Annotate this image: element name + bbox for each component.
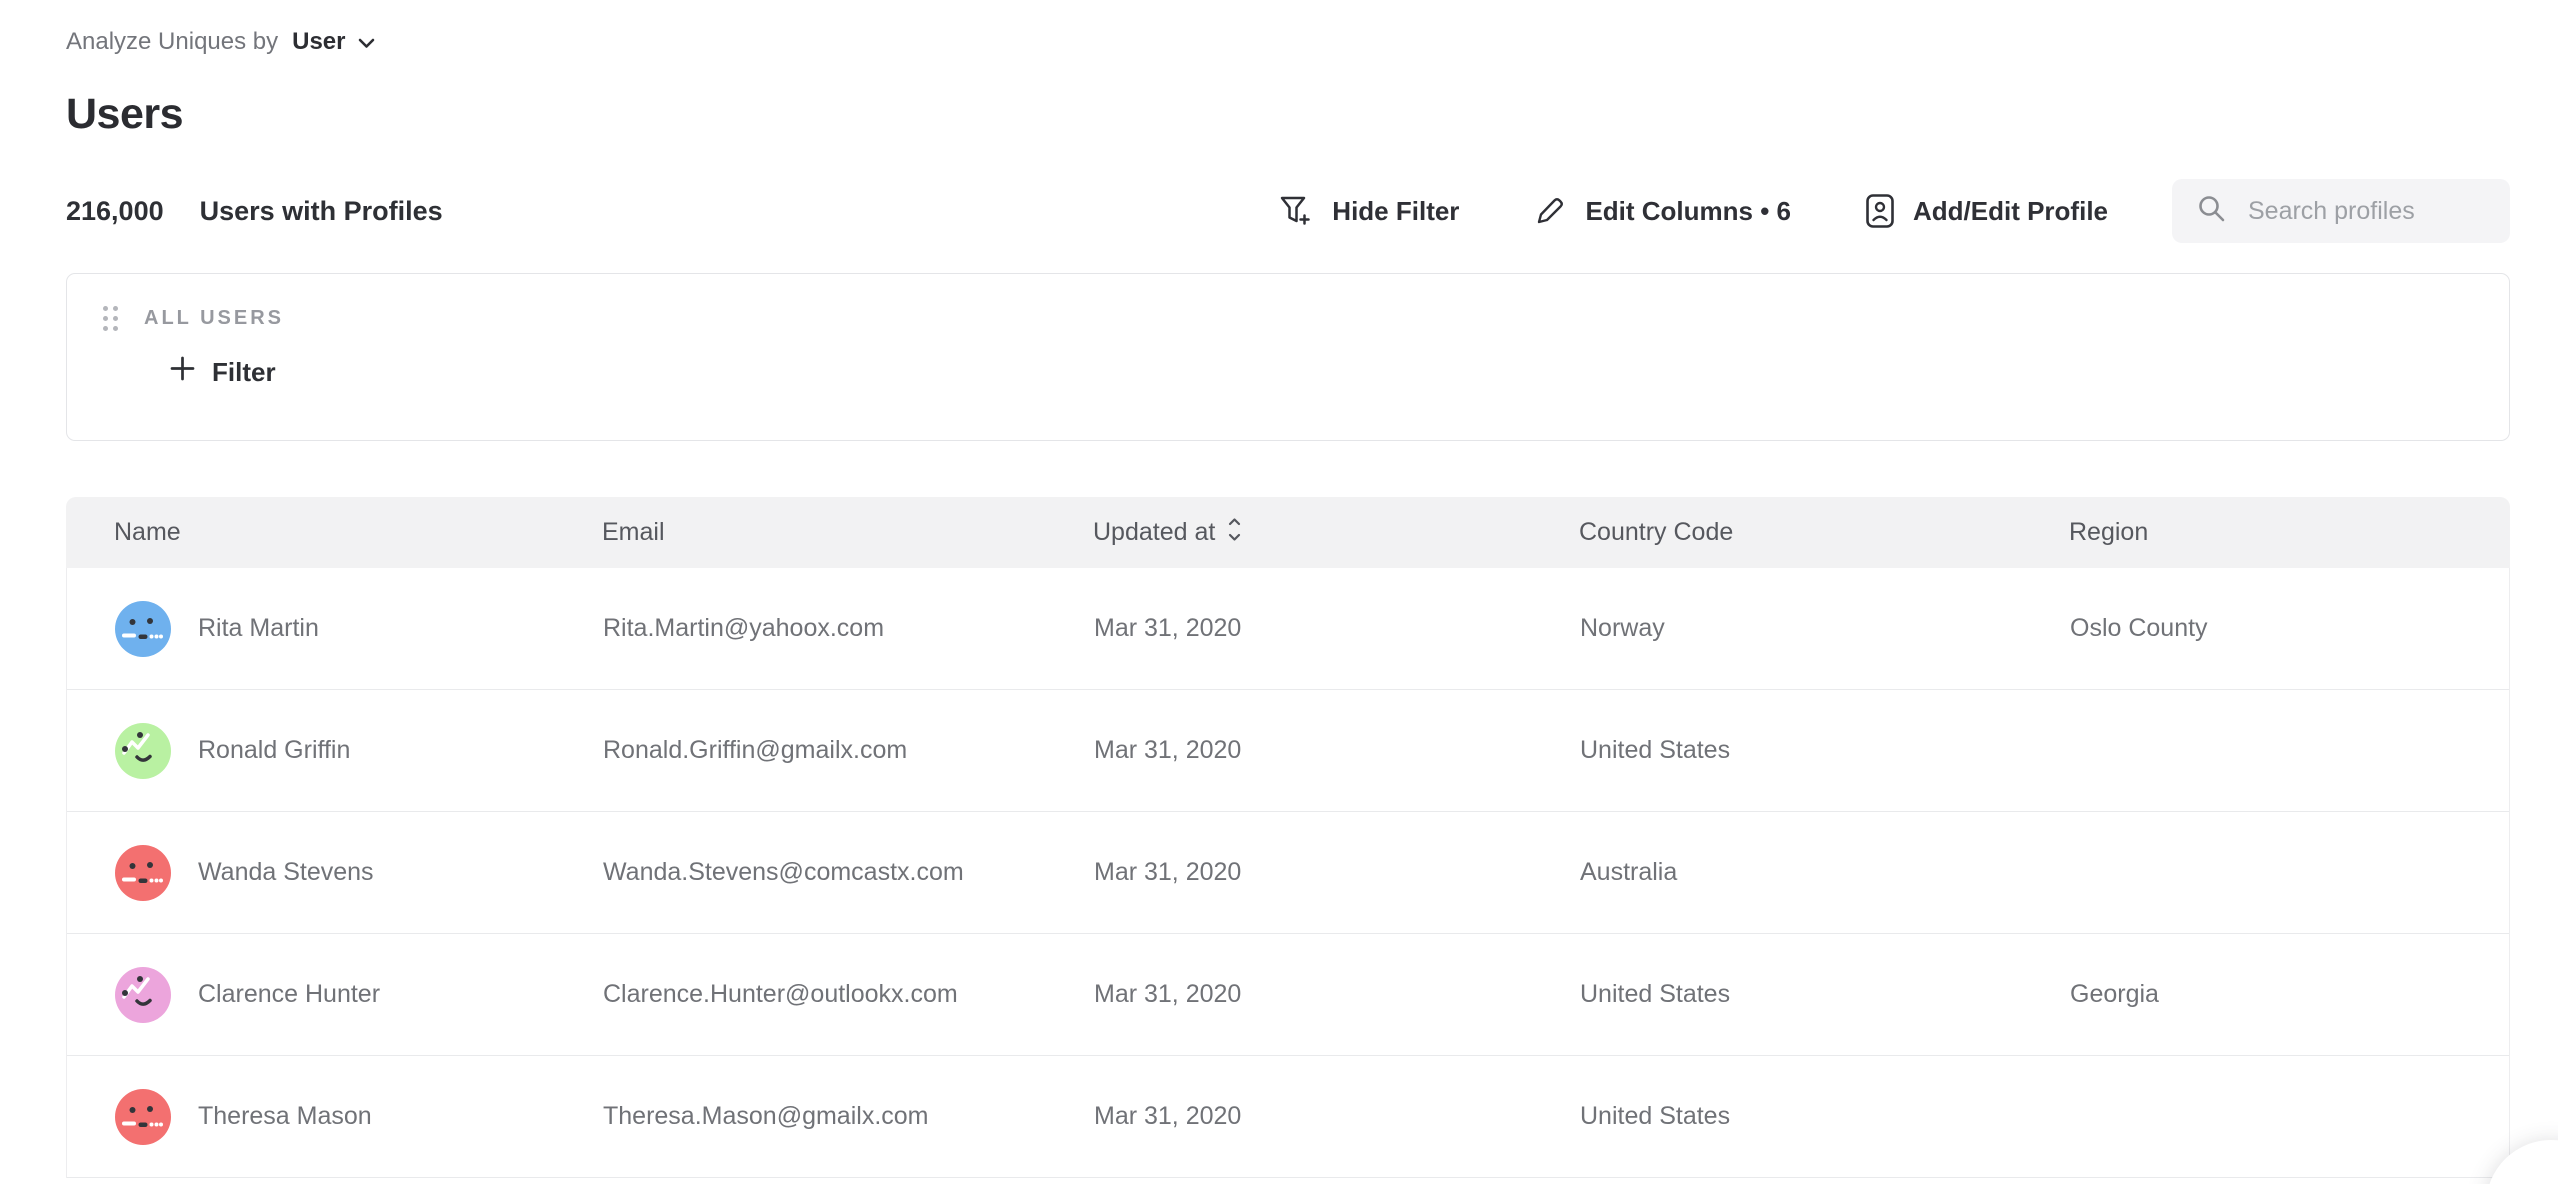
column-header-label: Country Code bbox=[1579, 518, 1733, 547]
add-filter-label: Filter bbox=[212, 357, 276, 388]
user-email: Theresa.Mason@gmailx.com bbox=[555, 1102, 1046, 1131]
column-header-updated-at[interactable]: Updated at bbox=[1045, 516, 1531, 550]
drag-handle-icon[interactable] bbox=[103, 306, 118, 331]
user-updated-at: Mar 31, 2020 bbox=[1046, 614, 1532, 643]
filter-group-row: ALL USERS bbox=[103, 306, 2473, 331]
profile-count-value: 216,000 bbox=[66, 196, 164, 227]
user-updated-at: Mar 31, 2020 bbox=[1046, 858, 1532, 887]
filter-panel: ALL USERS Filter bbox=[66, 273, 2510, 441]
table-body: Rita Martin Rita.Martin@yahoox.com Mar 3… bbox=[66, 568, 2510, 1178]
user-country: United States bbox=[1532, 980, 2022, 1009]
user-region: Georgia bbox=[2022, 980, 2509, 1009]
stats-toolbar-row: 216,000 Users with Profiles Hide Filter … bbox=[66, 179, 2510, 243]
analyze-uniques-row: Analyze Uniques by User bbox=[66, 28, 2510, 56]
user-email: Ronald.Griffin@gmailx.com bbox=[555, 736, 1046, 765]
user-name: Clarence Hunter bbox=[198, 980, 380, 1009]
user-name: Ronald Griffin bbox=[198, 736, 350, 765]
user-email: Clarence.Hunter@outlookx.com bbox=[555, 980, 1046, 1009]
user-email: Wanda.Stevens@comcastx.com bbox=[555, 858, 1046, 887]
avatar bbox=[115, 845, 171, 901]
user-updated-at: Mar 31, 2020 bbox=[1046, 1102, 1532, 1131]
add-filter-button[interactable]: Filter bbox=[169, 355, 276, 389]
user-country: United States bbox=[1532, 1102, 2022, 1131]
edit-columns-label: Edit Columns • 6 bbox=[1585, 196, 1791, 227]
column-header-country-code[interactable]: Country Code bbox=[1531, 518, 2021, 547]
table-row[interactable]: Wanda Stevens Wanda.Stevens@comcastx.com… bbox=[67, 812, 2509, 934]
hide-filter-label: Hide Filter bbox=[1332, 196, 1459, 227]
analyze-uniques-dropdown[interactable]: User bbox=[292, 28, 374, 56]
user-email: Rita.Martin@yahoox.com bbox=[555, 614, 1046, 643]
profile-card-icon bbox=[1865, 193, 1895, 229]
table-row[interactable]: Theresa Mason Theresa.Mason@gmailx.com M… bbox=[67, 1056, 2509, 1178]
funnel-plus-icon bbox=[1278, 194, 1314, 228]
toolbar: Hide Filter Edit Columns • 6 Add/Edit Pr… bbox=[1278, 179, 2510, 243]
user-updated-at: Mar 31, 2020 bbox=[1046, 736, 1532, 765]
search-icon bbox=[2196, 193, 2228, 230]
search-box bbox=[2172, 179, 2510, 243]
column-header-email[interactable]: Email bbox=[554, 518, 1045, 547]
pencil-icon bbox=[1533, 194, 1567, 228]
users-page: Analyze Uniques by User Users 216,000 Us… bbox=[0, 28, 2558, 1178]
table-row[interactable]: Rita Martin Rita.Martin@yahoox.com Mar 3… bbox=[67, 568, 2509, 690]
user-region: Oslo County bbox=[2022, 614, 2509, 643]
user-country: Australia bbox=[1532, 858, 2022, 887]
chevron-down-icon bbox=[358, 28, 375, 56]
column-header-label: Email bbox=[602, 518, 665, 547]
filter-group-label: ALL USERS bbox=[144, 307, 284, 330]
table-row[interactable]: Clarence Hunter Clarence.Hunter@outlookx… bbox=[67, 934, 2509, 1056]
table-header: Name Email Updated at Country Code Regio… bbox=[66, 497, 2510, 568]
column-header-label: Region bbox=[2069, 518, 2148, 547]
avatar bbox=[115, 967, 171, 1023]
user-country: United States bbox=[1532, 736, 2022, 765]
hide-filter-button[interactable]: Hide Filter bbox=[1278, 194, 1459, 228]
search-input[interactable] bbox=[2248, 197, 2486, 226]
user-country: Norway bbox=[1532, 614, 2022, 643]
user-name: Wanda Stevens bbox=[198, 858, 374, 887]
user-updated-at: Mar 31, 2020 bbox=[1046, 980, 1532, 1009]
profile-count: 216,000 Users with Profiles bbox=[66, 196, 443, 227]
table-row[interactable]: Ronald Griffin Ronald.Griffin@gmailx.com… bbox=[67, 690, 2509, 812]
column-header-label: Name bbox=[114, 518, 181, 547]
add-edit-profile-label: Add/Edit Profile bbox=[1913, 196, 2108, 227]
add-edit-profile-button[interactable]: Add/Edit Profile bbox=[1865, 193, 2108, 229]
column-header-label: Updated at bbox=[1093, 518, 1215, 547]
sort-arrows-icon bbox=[1227, 516, 1242, 550]
users-table: Name Email Updated at Country Code Regio… bbox=[66, 497, 2510, 1178]
profile-count-caption: Users with Profiles bbox=[200, 196, 443, 227]
user-name: Theresa Mason bbox=[198, 1102, 372, 1131]
avatar bbox=[115, 1089, 171, 1145]
column-header-name[interactable]: Name bbox=[66, 518, 554, 547]
page-title: Users bbox=[66, 90, 2510, 139]
analyze-uniques-value: User bbox=[292, 28, 345, 56]
plus-icon bbox=[169, 355, 196, 389]
edit-columns-button[interactable]: Edit Columns • 6 bbox=[1533, 194, 1791, 228]
analyze-uniques-label: Analyze Uniques by bbox=[66, 28, 278, 56]
avatar bbox=[115, 723, 171, 779]
avatar bbox=[115, 601, 171, 657]
user-name: Rita Martin bbox=[198, 614, 319, 643]
column-header-region[interactable]: Region bbox=[2021, 518, 2510, 547]
